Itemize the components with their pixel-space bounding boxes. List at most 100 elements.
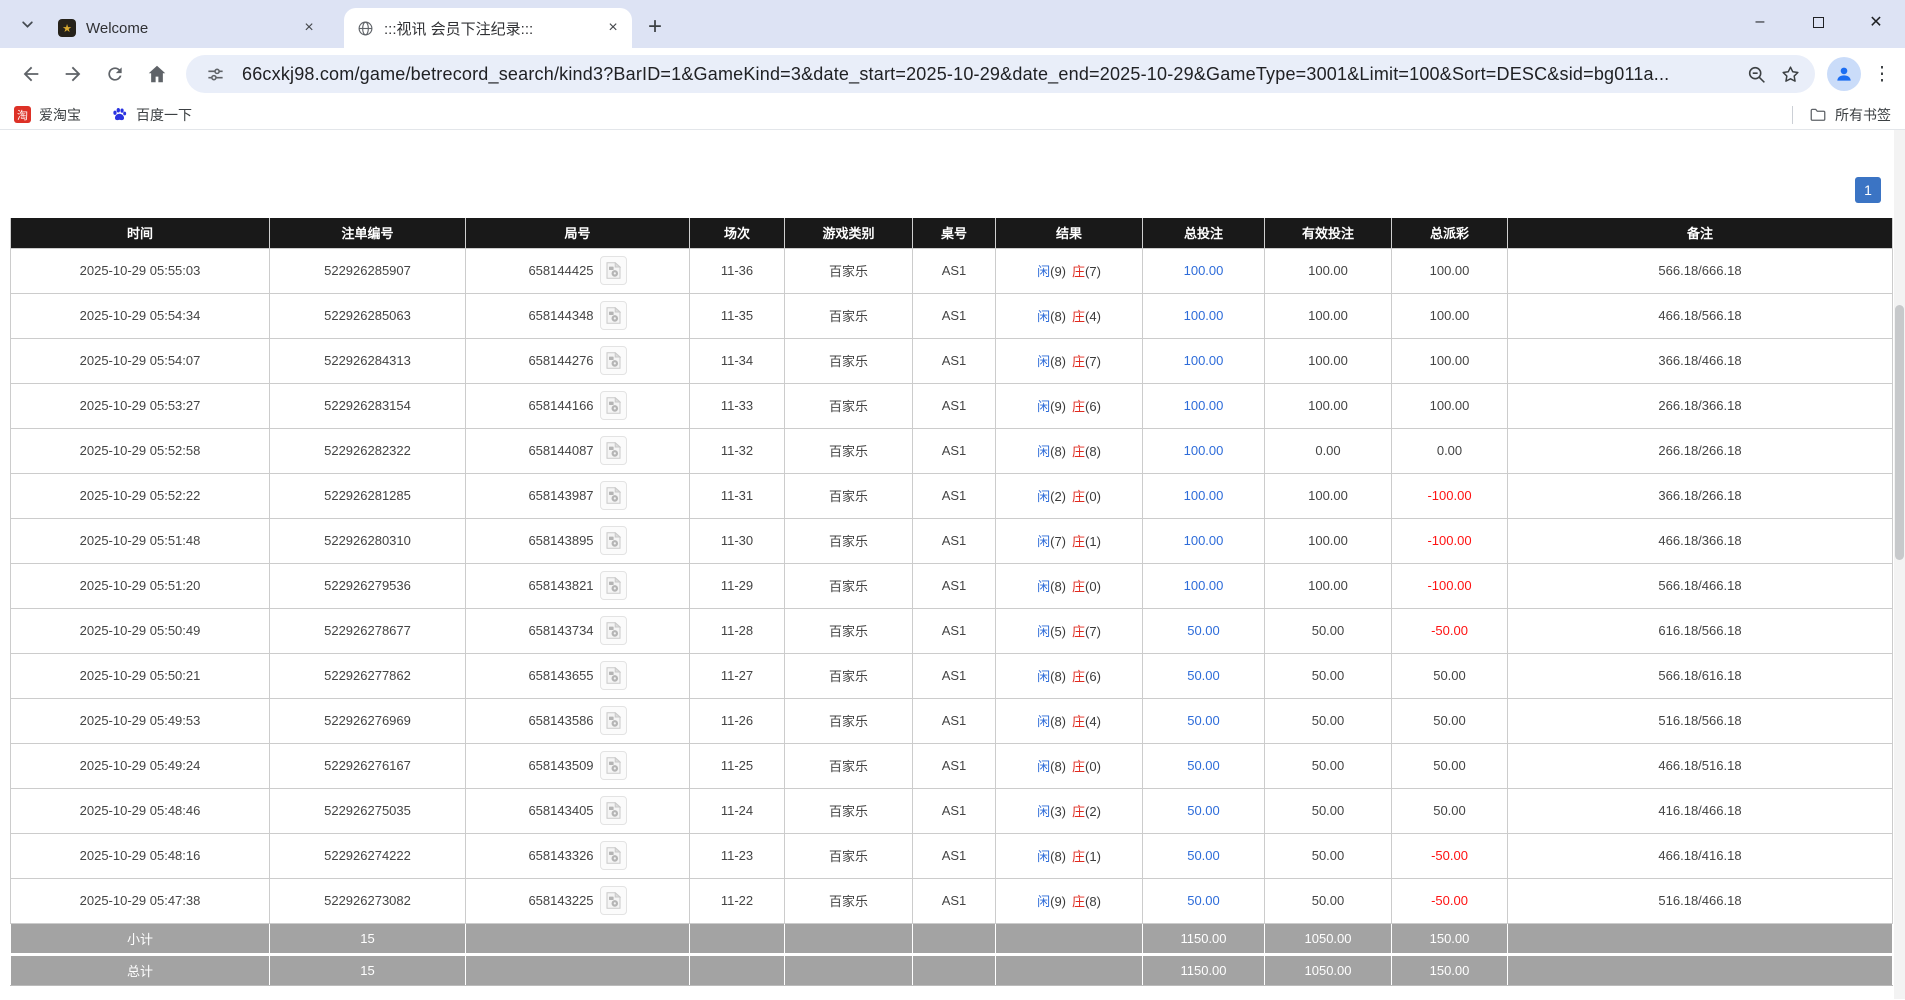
result-banker-score: (6) [1085,669,1101,684]
result-banker: 庄 [1072,624,1085,639]
round-id: 658143405 [528,803,593,818]
baidu-paw-icon [111,106,128,123]
subtotal-empty-cell [996,923,1143,954]
valid-bet-cell: 50.00 [1265,833,1392,878]
result-cell: 闲(9)庄(7) [996,248,1143,293]
all-bookmarks-button[interactable]: 所有书签 [1809,105,1891,125]
video-replay-button[interactable] [600,841,627,870]
payout-cell: -100.00 [1392,473,1508,518]
result-banker: 庄 [1072,579,1085,594]
bet-id-cell: 522926280310 [270,518,466,563]
table-row: 2025-10-29 05:50:49522926278677658143734… [11,608,1893,653]
minimize-button[interactable]: – [1731,0,1789,44]
video-replay-icon [606,802,621,819]
bookmark-baidu[interactable]: 百度一下 [111,105,192,125]
video-replay-button[interactable] [600,526,627,555]
video-replay-button[interactable] [600,346,627,375]
maximize-button[interactable] [1789,0,1847,44]
page-scrollbar[interactable] [1894,130,1905,999]
video-replay-button[interactable] [600,886,627,915]
welcome-tab-favicon-icon: ★ [58,19,76,37]
video-replay-button[interactable] [600,436,627,465]
total-bet-link[interactable]: 100.00 [1184,353,1224,368]
total-bet-link[interactable]: 100.00 [1184,443,1224,458]
total-bet-link[interactable]: 50.00 [1187,848,1220,863]
total-bet-link[interactable]: 100.00 [1184,263,1224,278]
total-bet-link[interactable]: 50.00 [1187,758,1220,773]
total-bet-link[interactable]: 100.00 [1184,578,1224,593]
session-cell: 11-34 [690,338,785,383]
valid-bet-cell: 100.00 [1265,563,1392,608]
bookmark-star-button[interactable] [1773,57,1807,91]
tab-close-icon[interactable]: × [298,17,320,39]
home-button[interactable] [136,53,178,95]
video-replay-button[interactable] [600,256,627,285]
new-tab-button[interactable]: + [638,10,672,44]
header-remark: 备注 [1508,218,1893,248]
total-bet-link[interactable]: 50.00 [1187,803,1220,818]
url-bar[interactable]: 66cxkj98.com/game/betrecord_search/kind3… [186,55,1815,93]
remark-cell: 466.18/566.18 [1508,293,1893,338]
tab-search-button[interactable] [12,10,42,44]
video-replay-button[interactable] [600,706,627,735]
video-replay-button[interactable] [600,301,627,330]
payout-value: 0.00 [1437,443,1462,458]
reload-button[interactable] [94,53,136,95]
tab-close-icon[interactable]: × [602,17,624,39]
round-id: 658143225 [528,893,593,908]
game-type-cell: 百家乐 [785,293,913,338]
payout-value: -50.00 [1431,623,1468,638]
time-cell: 2025-10-29 05:53:27 [11,383,270,428]
total-bet-link[interactable]: 50.00 [1187,713,1220,728]
url-text[interactable]: 66cxkj98.com/game/betrecord_search/kind3… [242,64,1739,85]
star-icon [1780,64,1801,85]
payout-value: -100.00 [1427,578,1471,593]
site-settings-button[interactable] [198,57,232,91]
result-banker: 庄 [1072,444,1085,459]
result-cell: 闲(9)庄(6) [996,383,1143,428]
video-replay-button[interactable] [600,661,627,690]
tab-title: :::视讯 会员下注纪录::: [384,18,602,39]
back-button[interactable] [10,53,52,95]
video-replay-button[interactable] [600,751,627,780]
total-bet-cell: 100.00 [1143,428,1265,473]
result-player: 闲 [1037,759,1050,774]
profile-avatar[interactable] [1827,57,1861,91]
bookmark-aitaobao[interactable]: 淘 爱淘宝 [14,105,81,125]
bookmarks-bar: 淘 爱淘宝 百度一下 所有书签 [0,100,1905,130]
valid-bet-cell: 100.00 [1265,473,1392,518]
video-replay-icon [606,712,621,729]
close-button[interactable]: ✕ [1847,0,1905,44]
game-type-cell: 百家乐 [785,563,913,608]
video-replay-button[interactable] [600,391,627,420]
tab-welcome[interactable]: ★ Welcome × [46,8,328,48]
remark-cell: 416.18/466.18 [1508,788,1893,833]
session-cell: 11-36 [690,248,785,293]
tab-bet-record[interactable]: :::视讯 会员下注纪录::: × [344,8,632,48]
page-button-1[interactable]: 1 [1855,177,1881,203]
total-bet-link[interactable]: 100.00 [1184,308,1224,323]
total-bet-link[interactable]: 100.00 [1184,488,1224,503]
globe-icon [356,19,374,37]
video-replay-icon [606,622,621,639]
payout-cell: 50.00 [1392,653,1508,698]
video-replay-button[interactable] [600,481,627,510]
total-bet-link[interactable]: 100.00 [1184,533,1224,548]
forward-button[interactable] [52,53,94,95]
total-valid-bet: 1050.00 [1265,954,1392,985]
total-bet-link[interactable]: 50.00 [1187,668,1220,683]
total-bet-link[interactable]: 50.00 [1187,623,1220,638]
result-banker-score: (0) [1085,489,1101,504]
total-bet-link[interactable]: 50.00 [1187,893,1220,908]
video-replay-button[interactable] [600,571,627,600]
game-type-cell: 百家乐 [785,653,913,698]
scrollbar-thumb[interactable] [1895,305,1904,560]
video-replay-button[interactable] [600,796,627,825]
result-player: 闲 [1037,399,1050,414]
total-bet-link[interactable]: 100.00 [1184,398,1224,413]
result-player-score: (7) [1050,534,1066,549]
video-replay-button[interactable] [600,616,627,645]
browser-menu-button[interactable]: ⋮ [1869,54,1895,94]
forward-icon [62,63,84,85]
zoom-button[interactable] [1739,57,1773,91]
